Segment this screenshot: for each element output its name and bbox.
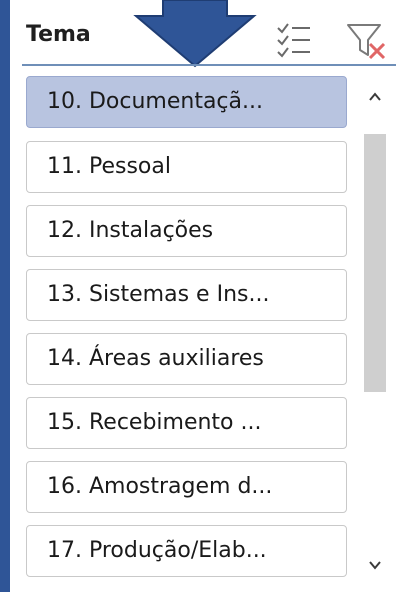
slicer-panel: Tema 10. Documentaçã... 11. Pessoal 12. … bbox=[10, 0, 404, 592]
scrollbar[interactable] bbox=[360, 78, 390, 588]
slicer-item[interactable]: 13. Sistemas e Ins... bbox=[26, 269, 347, 321]
scroll-up-button[interactable] bbox=[360, 78, 390, 116]
clear-filter-button[interactable] bbox=[344, 22, 388, 60]
down-arrow-icon bbox=[133, 0, 257, 68]
slicer-item[interactable]: 15. Recebimento ... bbox=[26, 397, 347, 449]
scroll-thumb[interactable] bbox=[364, 134, 386, 392]
scroll-down-button[interactable] bbox=[360, 546, 390, 584]
slicer-item[interactable]: 14. Áreas auxiliares bbox=[26, 333, 347, 385]
slicer-header: Tema bbox=[10, 0, 404, 68]
multi-select-button[interactable] bbox=[274, 22, 314, 58]
chevron-down-icon bbox=[369, 561, 381, 570]
clear-filter-icon bbox=[347, 24, 386, 60]
header-divider bbox=[22, 64, 396, 66]
slicer-item[interactable]: 12. Instalações bbox=[26, 205, 347, 257]
slicer-item[interactable]: 17. Produção/Elab... bbox=[26, 525, 347, 577]
slicer-item[interactable]: 16. Amostragem d... bbox=[26, 461, 347, 513]
slicer-item[interactable]: 10. Documentaçã... bbox=[26, 76, 347, 128]
slicer-title: Tema bbox=[26, 22, 91, 47]
chevron-up-icon bbox=[369, 92, 381, 101]
multi-select-icon bbox=[277, 23, 310, 58]
slicer-item[interactable]: 11. Pessoal bbox=[26, 141, 347, 193]
slicer-item-list: 10. Documentaçã... 11. Pessoal 12. Instala… bbox=[10, 70, 404, 592]
